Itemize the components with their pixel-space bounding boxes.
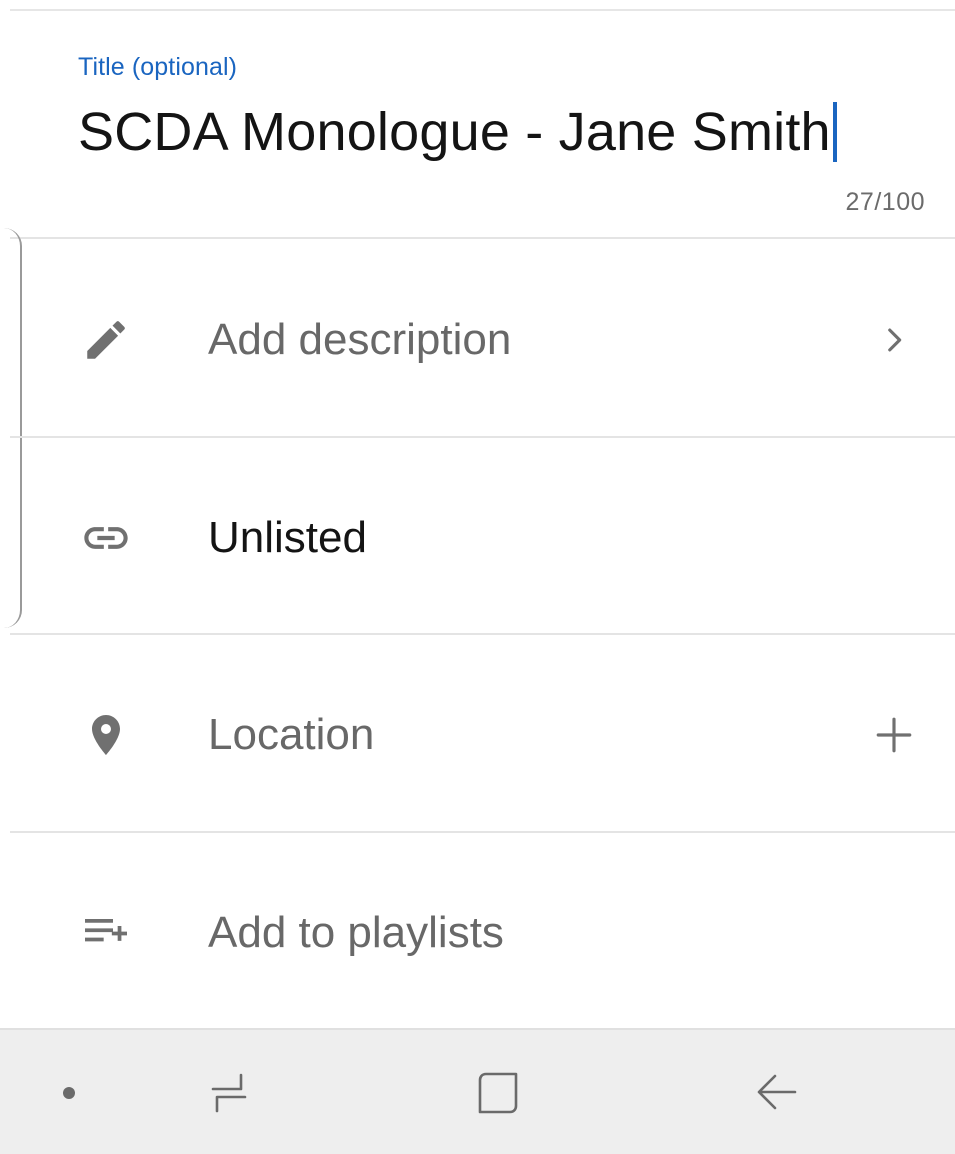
location-pin-icon <box>78 707 134 763</box>
link-icon <box>78 510 134 566</box>
title-input-value[interactable]: SCDA Monologue - Jane Smith <box>78 100 831 164</box>
visibility-label: Unlisted <box>208 513 367 562</box>
pencil-icon <box>78 312 134 368</box>
home-icon[interactable] <box>464 1058 534 1128</box>
dot-icon[interactable] <box>34 1058 104 1128</box>
visibility-row[interactable]: Unlisted <box>0 440 955 636</box>
video-details-screen: Title (optional) SCDA Monologue - Jane S… <box>0 0 955 1154</box>
chevron-right-icon[interactable] <box>871 317 917 363</box>
add-to-playlists-row[interactable]: Add to playlists <box>0 835 955 1031</box>
top-divider <box>10 9 955 11</box>
text-cursor <box>832 102 837 162</box>
title-input[interactable]: SCDA Monologue - Jane Smith <box>78 100 927 164</box>
plus-icon[interactable] <box>871 712 917 758</box>
title-field[interactable]: Title (optional) SCDA Monologue - Jane S… <box>78 52 927 164</box>
location-label: Location <box>208 710 375 759</box>
add-description-row[interactable]: Add description <box>0 242 955 438</box>
back-icon[interactable] <box>741 1058 811 1128</box>
location-row[interactable]: Location <box>0 637 955 833</box>
system-navigation-bar <box>0 1028 955 1154</box>
divider <box>10 633 955 635</box>
character-counter: 27/100 <box>845 188 925 216</box>
divider <box>10 436 955 438</box>
add-to-playlists-label: Add to playlists <box>208 908 504 957</box>
divider <box>10 831 955 833</box>
add-description-label: Add description <box>208 315 512 364</box>
playlist-add-icon <box>78 905 134 961</box>
title-field-label: Title (optional) <box>78 53 238 81</box>
divider <box>10 237 955 239</box>
recents-icon[interactable] <box>194 1058 264 1128</box>
